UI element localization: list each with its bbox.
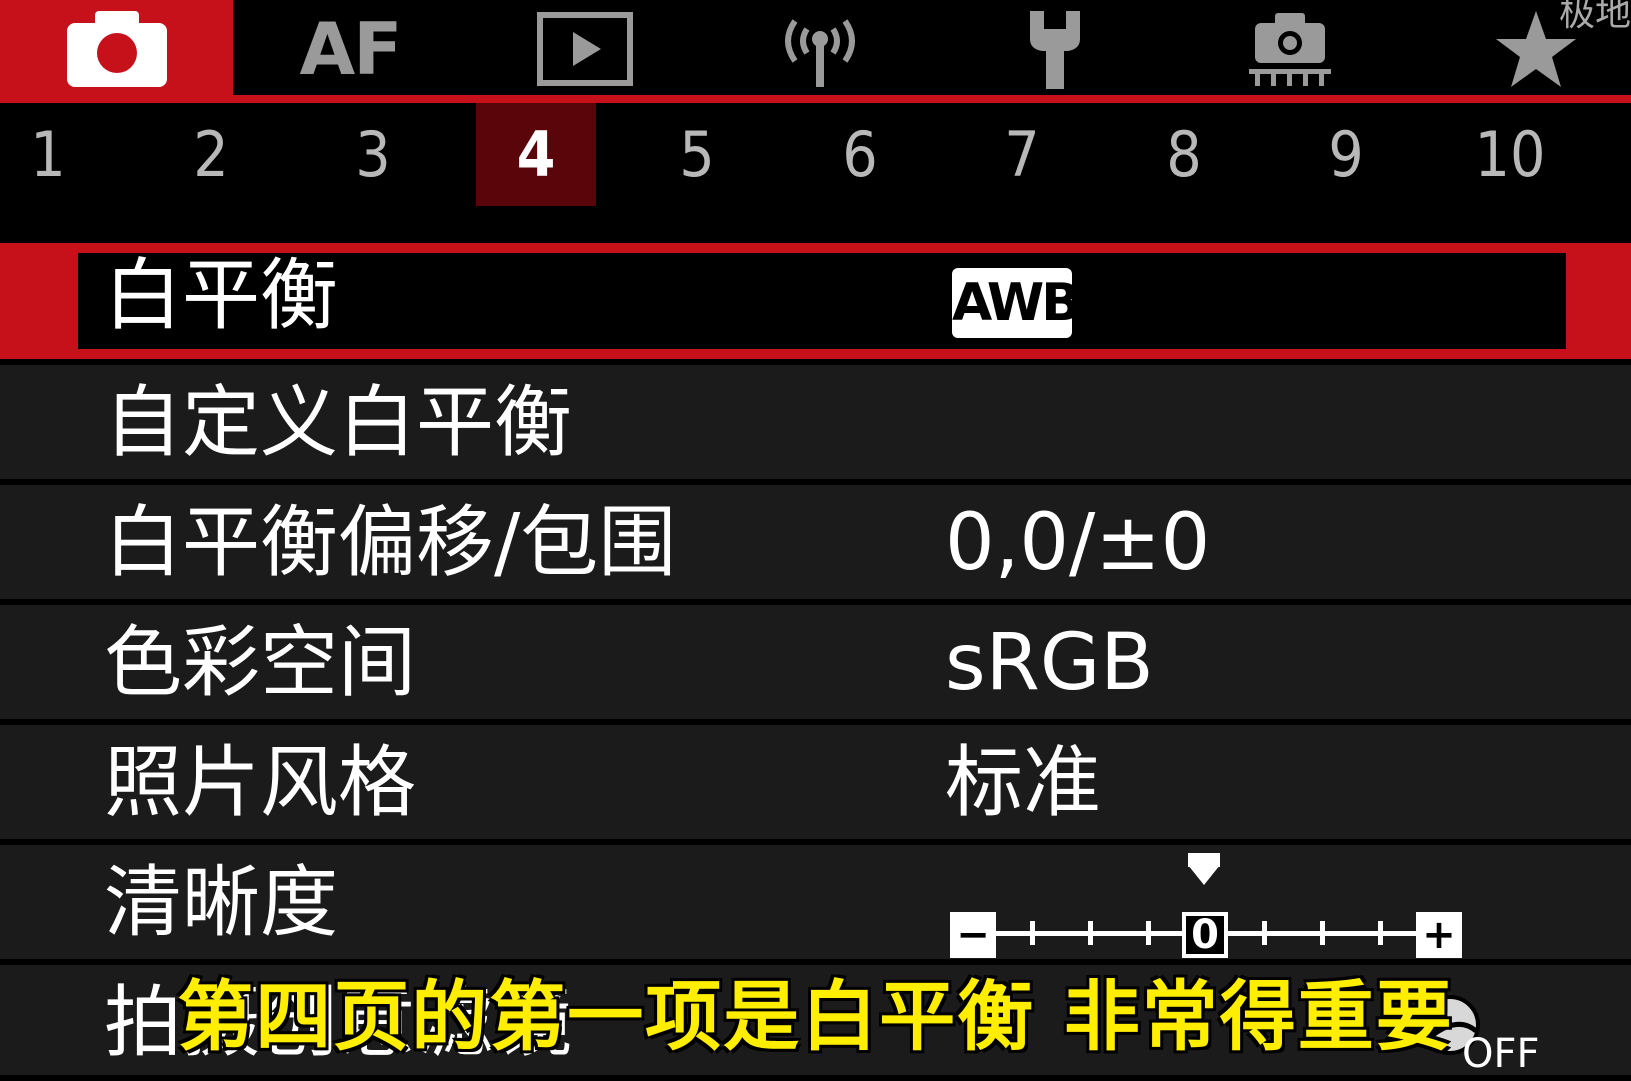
menu-item-label: 清晰度 [104, 858, 339, 948]
scale-tick [1030, 921, 1035, 945]
menu-item-picture-style[interactable]: 照片风格 标准 [0, 725, 1631, 839]
page-tab-4[interactable]: 4 [476, 103, 596, 206]
scale-tick [1262, 921, 1267, 945]
camera-icon [66, 10, 167, 87]
tab-playback[interactable] [490, 0, 680, 97]
scale-tick [1320, 921, 1325, 945]
scale-pointer-tip [1188, 865, 1220, 885]
scale-minus: − [950, 912, 996, 958]
tab-shooting[interactable] [0, 0, 233, 97]
menu-item-label: 自定义白平衡 [104, 378, 573, 468]
scale-zero: 0 [1182, 912, 1228, 958]
playback-icon [537, 11, 633, 86]
menu-item-custom-wb[interactable]: 自定义白平衡 [0, 365, 1631, 479]
page-tab-10[interactable]: 10 [1450, 103, 1570, 206]
wireless-icon [785, 18, 855, 87]
scale-tick [1146, 921, 1151, 945]
menu-item-sharpness[interactable]: 清晰度 − 0 + [0, 845, 1631, 959]
menu-category-bar: AF 极地 [0, 0, 1631, 103]
sharpness-scale[interactable]: − 0 + [950, 853, 1462, 961]
menu-item-white-balance[interactable]: 白平衡 AWB [0, 243, 1631, 359]
page-tab-8[interactable]: 8 [1124, 103, 1244, 206]
page-tab-9[interactable]: 9 [1286, 103, 1406, 206]
menu-item-color-space[interactable]: 色彩空间 sRGB [0, 605, 1631, 719]
menu-item-value: sRGB [945, 618, 1154, 708]
af-label: AF [299, 6, 403, 91]
page-tab-6[interactable]: 6 [800, 103, 920, 206]
scale-tick [1088, 921, 1093, 945]
video-subtitle: 第四页的第一项是白平衡 非常得重要 [177, 972, 1454, 1061]
scale-tick [1378, 921, 1383, 945]
page-tab-3[interactable]: 3 [313, 103, 433, 206]
scale-plus: + [1416, 912, 1462, 958]
menu-item-value: 标准 [945, 738, 1102, 828]
category-underline [0, 95, 1631, 103]
menu-item-value: 0,0/±0 [945, 498, 1211, 588]
camera-settings-icon [1249, 12, 1331, 86]
tab-custom-functions[interactable] [1195, 0, 1385, 97]
menu-item-label: 色彩空间 [104, 618, 417, 708]
watermark-text: 极地 [1558, 0, 1631, 34]
page-tab-5[interactable]: 5 [637, 103, 757, 206]
page-tab-1[interactable]: 1 [0, 103, 108, 206]
tab-wireless[interactable] [725, 0, 915, 97]
wrench-icon [1030, 10, 1080, 89]
menu-item-label: 白平衡 [104, 251, 339, 341]
tab-setup[interactable] [960, 0, 1150, 97]
menu-item-label: 照片风格 [104, 738, 417, 828]
tab-af[interactable]: AF [250, 0, 450, 97]
page-tab-2[interactable]: 2 [151, 103, 271, 206]
awb-badge: AWB [952, 268, 1081, 338]
page-tab-7[interactable]: 7 [962, 103, 1082, 206]
menu-item-label: 白平衡偏移/包围 [104, 498, 677, 588]
page-tabs: 1 2 3 4 5 6 7 8 9 10 [0, 103, 1631, 243]
menu-item-wb-shift[interactable]: 白平衡偏移/包围 0,0/±0 [0, 485, 1631, 599]
